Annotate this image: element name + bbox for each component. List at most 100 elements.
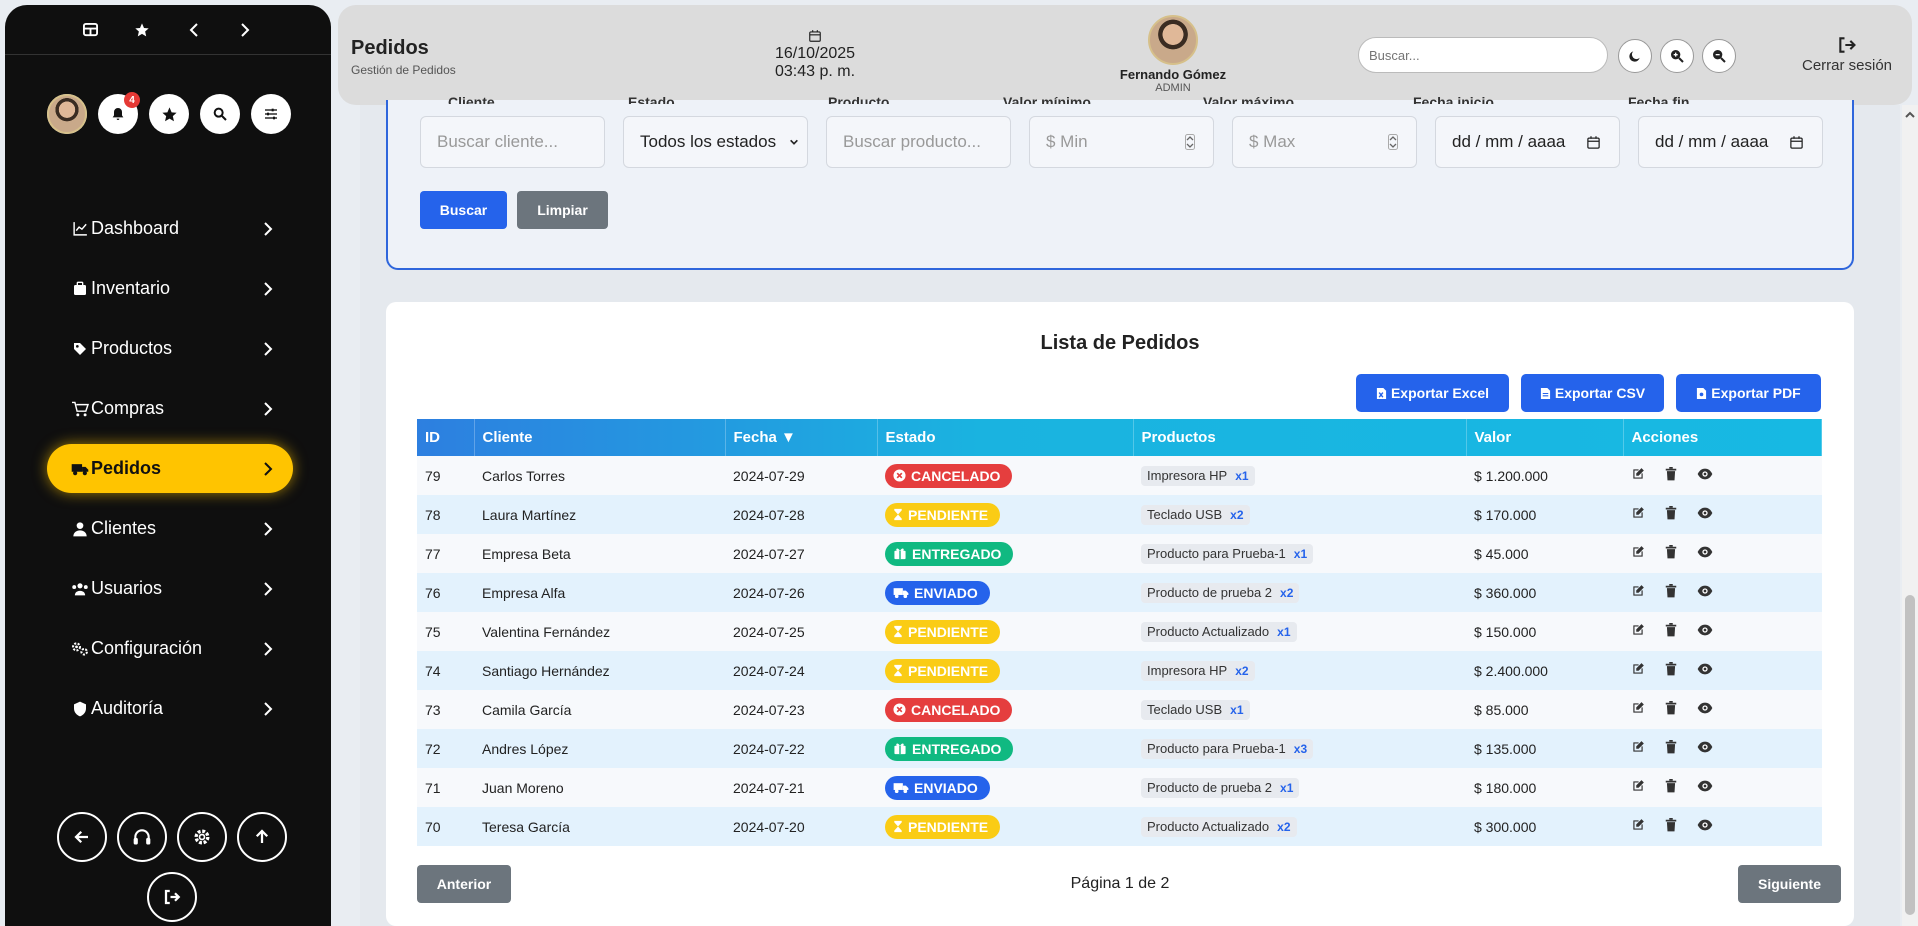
sidebar-item-productos[interactable]: Productos <box>47 324 293 373</box>
sidebar-item-auditoria[interactable]: Auditoría <box>47 684 293 733</box>
eye-icon[interactable] <box>1697 468 1713 480</box>
table-row[interactable]: 77 Empresa Beta 2024-07-27 ENTREGADO Product… <box>417 534 1822 573</box>
sidebar-item-configuracion[interactable]: Configuración <box>47 624 293 673</box>
order-valor: $ 170.000 <box>1474 506 1537 523</box>
column-header-estado[interactable]: Estado <box>877 419 1134 456</box>
export-csv-button[interactable]: Exportar CSV <box>1521 374 1664 412</box>
support-button[interactable] <box>117 812 167 862</box>
search-button[interactable]: Buscar <box>420 191 507 229</box>
export-pdf-button[interactable]: Exportar PDF <box>1676 374 1821 412</box>
fecha-inicio-input[interactable]: dd / mm / aaaa <box>1435 116 1620 168</box>
eye-icon[interactable] <box>1697 507 1713 519</box>
trash-icon[interactable] <box>1665 779 1677 793</box>
trash-icon[interactable] <box>1665 623 1677 637</box>
settings-button[interactable] <box>177 812 227 862</box>
cliente-search-input[interactable]: Buscar cliente... <box>420 116 605 168</box>
edit-icon[interactable] <box>1631 545 1645 559</box>
table-row[interactable]: 75 Valentina Fernández 2024-07-25 PENDIENTE… <box>417 612 1822 651</box>
eye-icon[interactable] <box>1697 663 1713 675</box>
edit-icon[interactable] <box>1631 467 1645 481</box>
sidebar-item-compras[interactable]: Compras <box>47 384 293 433</box>
estado-select[interactable]: Todos los estados <box>623 116 808 168</box>
next-page-button[interactable]: Siguiente <box>1738 865 1841 903</box>
back-nav-icon[interactable] <box>182 18 206 42</box>
edit-icon[interactable] <box>1631 701 1645 715</box>
scroll-up-icon[interactable] <box>1902 109 1918 121</box>
avatar[interactable] <box>47 94 87 134</box>
sidebar-item-usuarios[interactable]: Usuarios <box>47 564 293 613</box>
search-input[interactable] <box>1358 37 1608 73</box>
fecha-fin-input[interactable]: dd / mm / aaaa <box>1638 116 1823 168</box>
status-badge: ENVIADO <box>885 775 990 800</box>
edit-icon[interactable] <box>1631 506 1645 520</box>
producto-search-input[interactable]: Buscar producto... <box>826 116 1011 168</box>
spinner-icon[interactable] <box>1185 134 1195 150</box>
filters-button[interactable] <box>251 94 291 134</box>
favorites-button[interactable] <box>149 94 189 134</box>
edit-icon[interactable] <box>1631 779 1645 793</box>
zoom-out-button[interactable] <box>1702 39 1736 73</box>
eye-icon[interactable] <box>1697 546 1713 558</box>
sidebar-item-inventario[interactable]: Inventario <box>47 264 293 313</box>
calendar-icon[interactable] <box>1789 135 1804 150</box>
eye-icon[interactable] <box>1697 780 1713 792</box>
calendar-icon[interactable] <box>1586 135 1601 150</box>
table-row[interactable]: 78 Laura Martínez 2024-07-28 PENDIENTE Tecla… <box>417 495 1822 534</box>
edit-icon[interactable] <box>1631 623 1645 637</box>
min-value-input[interactable]: $ Min <box>1029 116 1214 168</box>
star-icon[interactable] <box>130 18 154 42</box>
sidebar-logout-button[interactable] <box>147 872 197 922</box>
sidebar-item-pedidos[interactable]: Pedidos <box>47 444 293 493</box>
trash-icon[interactable] <box>1665 467 1677 481</box>
theme-toggle-button[interactable] <box>1618 39 1652 73</box>
scroll-top-button[interactable] <box>237 812 287 862</box>
search-button[interactable] <box>200 94 240 134</box>
forward-nav-icon[interactable] <box>233 18 257 42</box>
spinner-icon[interactable] <box>1388 134 1398 150</box>
table-row[interactable]: 71 Juan Moreno 2024-07-21 ENVIADO Producto d… <box>417 768 1822 807</box>
shield-icon <box>71 700 89 718</box>
eye-icon[interactable] <box>1697 585 1713 597</box>
sidebar-item-clientes[interactable]: Clientes <box>47 504 293 553</box>
status-badge: PENDIENTE <box>885 502 1001 527</box>
eye-icon[interactable] <box>1697 741 1713 753</box>
logout-button[interactable]: Cerrar sesión <box>1792 35 1902 74</box>
trash-icon[interactable] <box>1665 545 1677 559</box>
notifications-button[interactable]: 4 <box>98 92 140 134</box>
eye-icon[interactable] <box>1697 624 1713 636</box>
edit-icon[interactable] <box>1631 584 1645 598</box>
column-header-fecha[interactable]: Fecha ▼ <box>725 419 878 456</box>
clear-button[interactable]: Limpiar <box>517 191 608 229</box>
trash-icon[interactable] <box>1665 662 1677 676</box>
column-header-id[interactable]: ID <box>417 419 475 456</box>
export-excel-button[interactable]: Exportar Excel <box>1356 374 1509 412</box>
trash-icon[interactable] <box>1665 740 1677 754</box>
edit-icon[interactable] <box>1631 662 1645 676</box>
edit-icon[interactable] <box>1631 818 1645 832</box>
scroll-thumb[interactable] <box>1905 595 1915 915</box>
trash-icon[interactable] <box>1665 506 1677 520</box>
table-row[interactable]: 72 Andres López 2024-07-22 ENTREGADO Product… <box>417 729 1822 768</box>
table-row[interactable]: 74 Santiago Hernández 2024-07-24 PENDIENTE I… <box>417 651 1822 690</box>
table-row[interactable]: 70 Teresa García 2024-07-20 PENDIENTE Produc… <box>417 807 1822 846</box>
eye-icon[interactable] <box>1697 702 1713 714</box>
header-user[interactable]: Fernando Gómez ADMIN <box>1103 15 1243 94</box>
trash-icon[interactable] <box>1665 818 1677 832</box>
trash-icon[interactable] <box>1665 701 1677 715</box>
column-header-valor[interactable]: Valor <box>1466 419 1624 456</box>
table-row[interactable]: 73 Camila García 2024-07-23 CANCELADO Teclad… <box>417 690 1822 729</box>
max-value-input[interactable]: $ Max <box>1232 116 1417 168</box>
back-button[interactable] <box>57 812 107 862</box>
table-row[interactable]: 76 Empresa Alfa 2024-07-26 ENVIADO Producto … <box>417 573 1822 612</box>
table-row[interactable]: 79 Carlos Torres 2024-07-29 CANCELADO Impres… <box>417 456 1822 495</box>
avatar[interactable] <box>1148 15 1198 65</box>
sidebar-item-dashboard[interactable]: Dashboard <box>47 204 293 253</box>
trash-icon[interactable] <box>1665 584 1677 598</box>
column-header-cliente[interactable]: Cliente <box>474 419 726 456</box>
edit-icon[interactable] <box>1631 740 1645 754</box>
eye-icon[interactable] <box>1697 819 1713 831</box>
page-scrollbar[interactable] <box>1902 105 1918 926</box>
layout-icon[interactable] <box>79 18 103 42</box>
column-header-productos[interactable]: Productos <box>1133 419 1467 456</box>
zoom-in-button[interactable] <box>1660 39 1694 73</box>
